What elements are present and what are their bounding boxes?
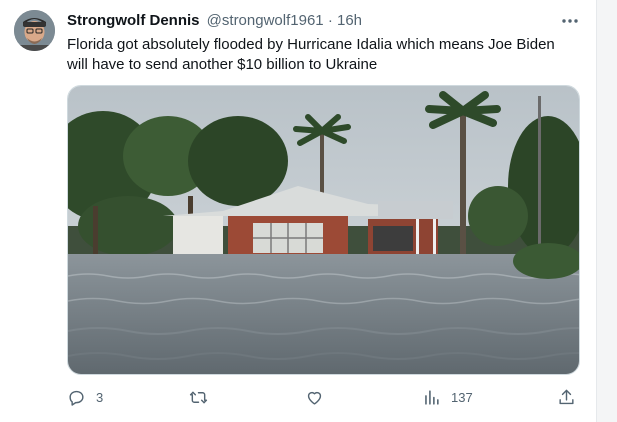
tweet-media[interactable] xyxy=(67,85,580,375)
tweet-text: Florida got absolutely flooded by Hurric… xyxy=(67,36,555,73)
reply-count: 3 xyxy=(96,389,104,405)
views-button[interactable]: 137 xyxy=(422,386,473,408)
share-button[interactable] xyxy=(557,386,576,408)
user-avatar-icon xyxy=(14,10,55,51)
retweet-button[interactable] xyxy=(189,386,208,408)
timestamp[interactable]: 16h xyxy=(337,12,362,29)
retweet-icon xyxy=(189,391,208,403)
reply-icon xyxy=(69,390,84,406)
views-chart-icon xyxy=(425,389,439,405)
page-background-strip xyxy=(597,0,617,422)
tweet-actions: 3 137 xyxy=(67,386,587,408)
share-icon xyxy=(559,389,574,404)
more-button[interactable] xyxy=(558,12,582,30)
reply-button[interactable]: 3 xyxy=(67,386,103,408)
user-handle[interactable]: @strongwolf1961 xyxy=(207,12,324,29)
tweet-card[interactable]: Strongwolf Dennis @strongwolf1961 · 16h … xyxy=(0,0,597,422)
avatar[interactable] xyxy=(14,10,55,51)
tweet-header: Strongwolf Dennis @strongwolf1961 · 16h xyxy=(67,12,362,30)
more-horizontal-icon xyxy=(562,19,578,23)
like-button[interactable] xyxy=(305,386,324,408)
flooded-house-photo-icon xyxy=(68,86,579,374)
display-name[interactable]: Strongwolf Dennis xyxy=(67,12,200,29)
heart-icon xyxy=(307,391,322,405)
header-separator: · xyxy=(327,12,333,29)
views-count: 137 xyxy=(451,389,473,405)
